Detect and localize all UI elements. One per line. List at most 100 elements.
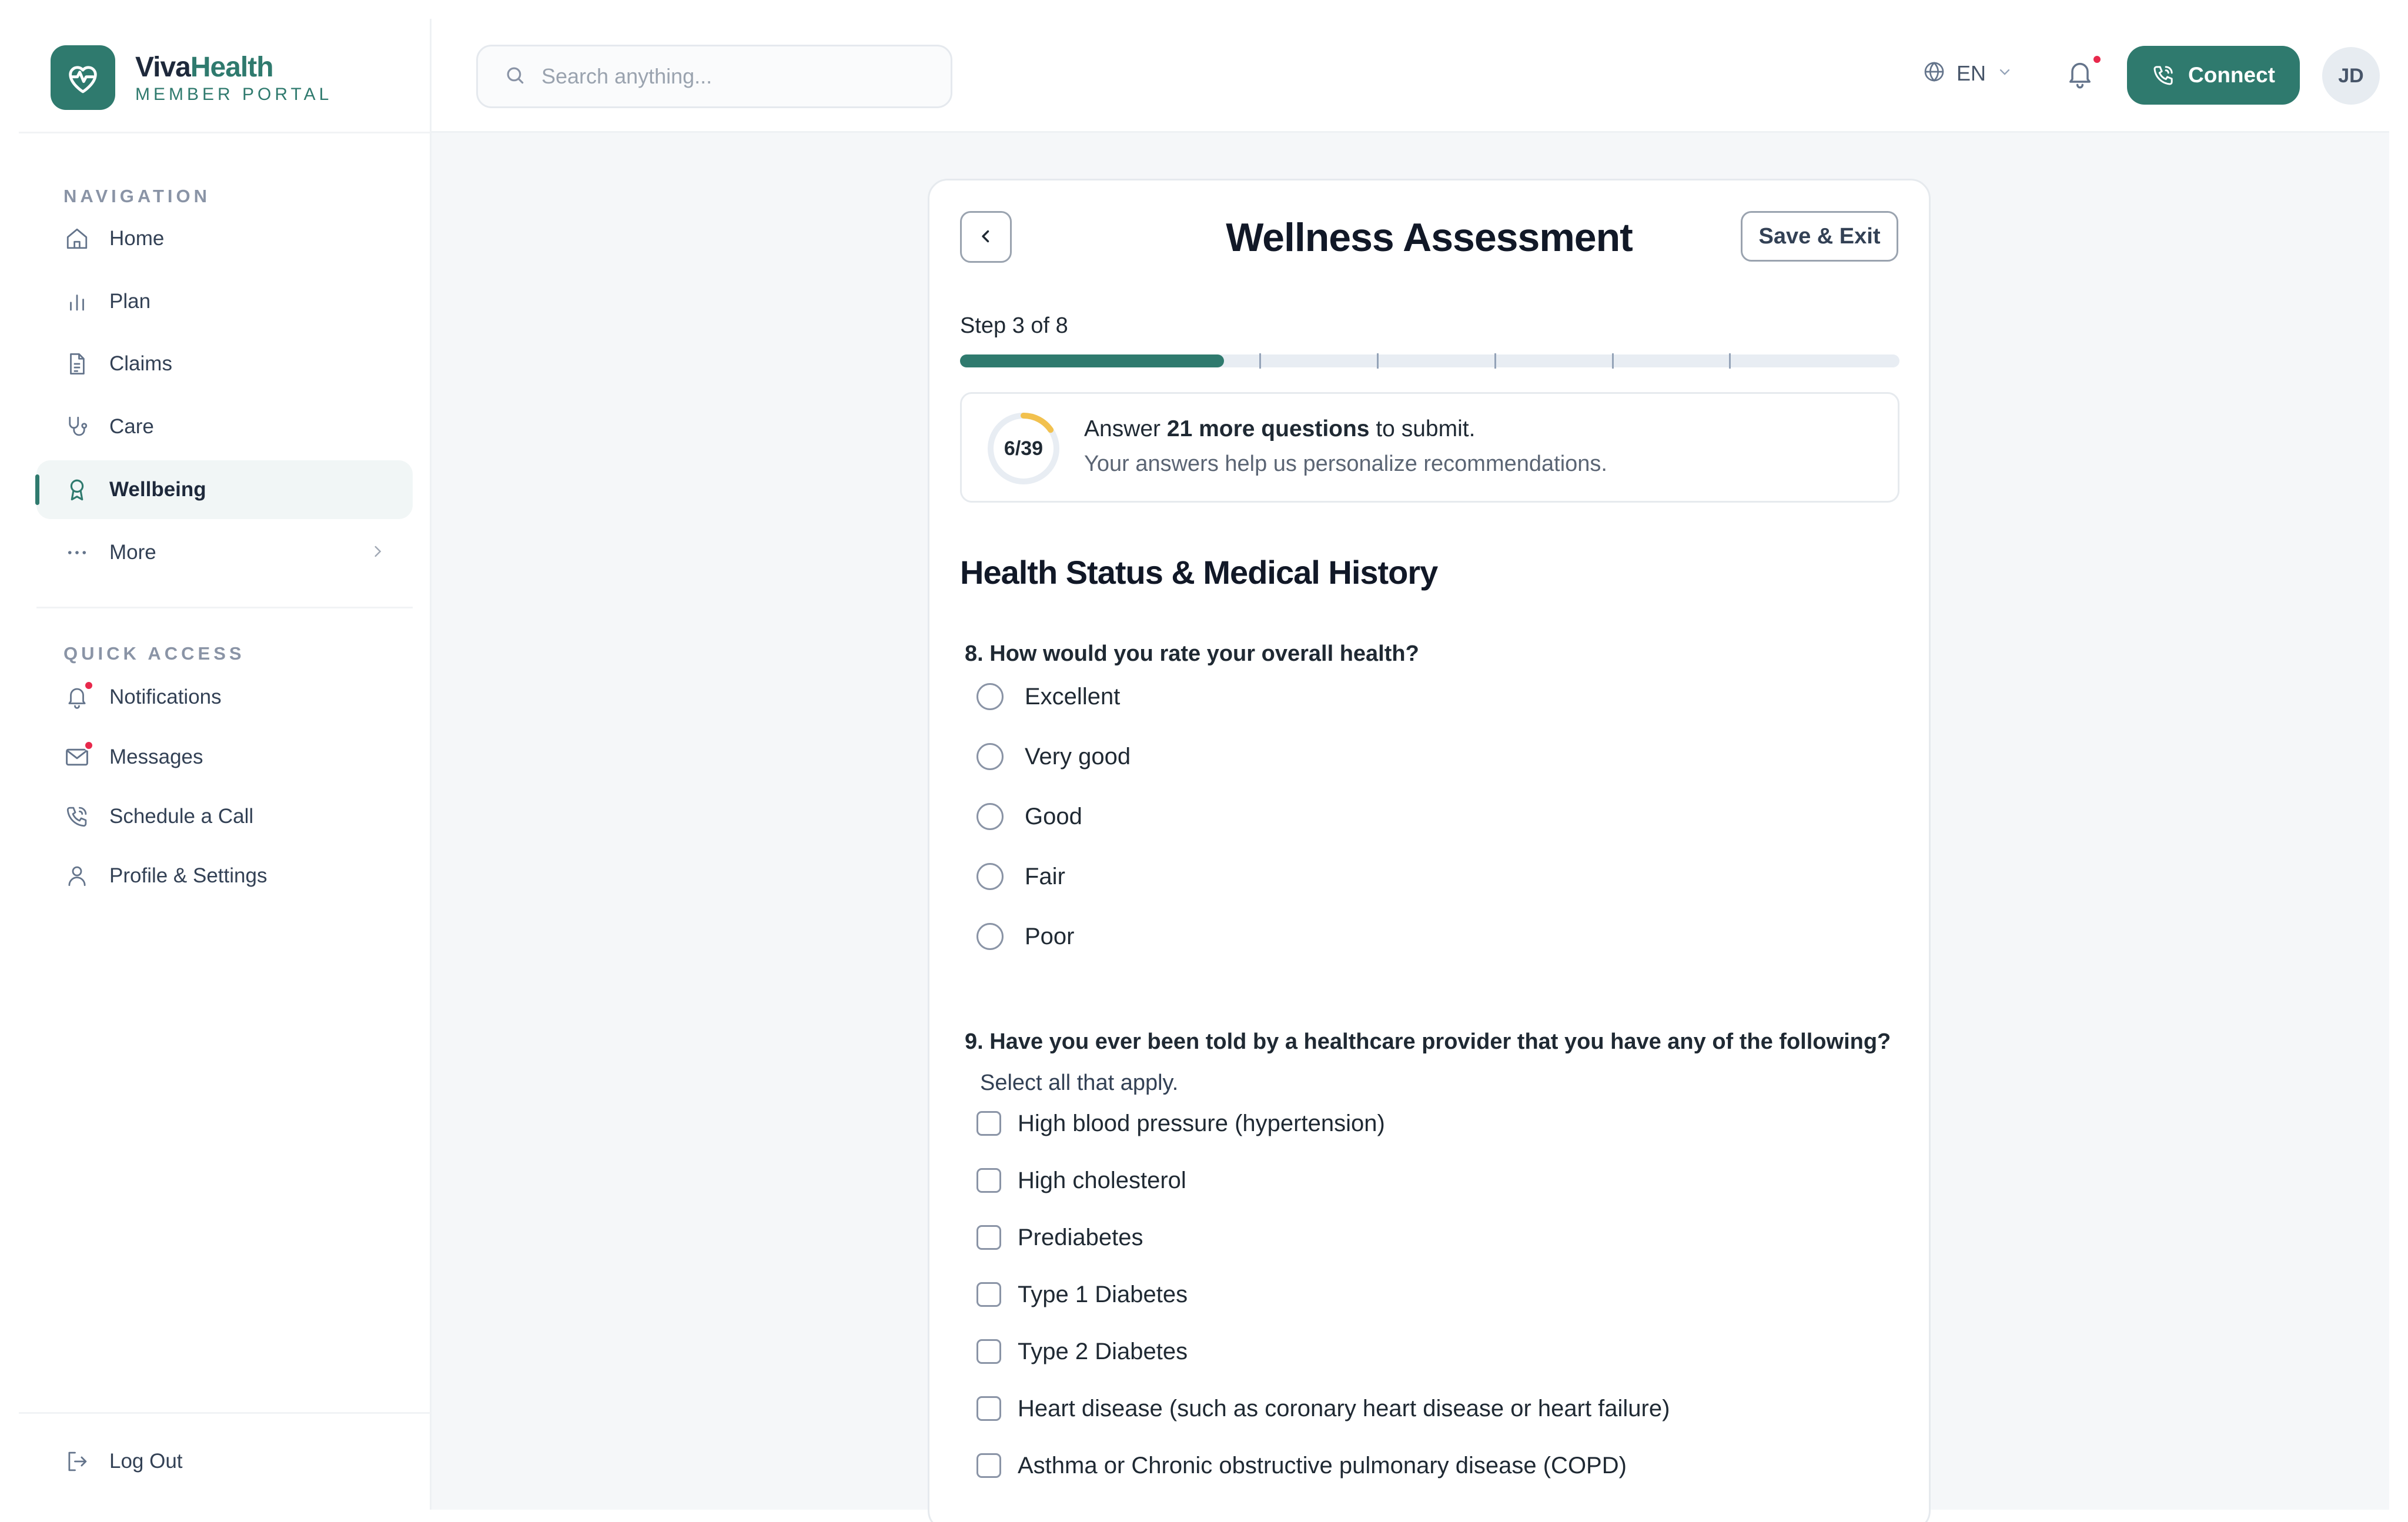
phone-icon	[63, 803, 91, 830]
document-icon	[63, 350, 91, 377]
question-9-title: 9. Have you ever been told by a healthca…	[965, 1029, 1891, 1054]
remaining-count: 21 more questions	[1166, 416, 1370, 441]
notification-badge	[2092, 54, 2102, 65]
questions-remaining-banner: 6/39 Answer 21 more questions to submit.…	[960, 392, 1899, 503]
quick-access-label: QUICK ACCESS	[63, 643, 245, 664]
radio-button[interactable]	[976, 863, 1004, 890]
active-indicator	[35, 474, 39, 505]
step-label: Step 3 of 8	[960, 313, 1068, 338]
radio-button[interactable]	[976, 803, 1004, 830]
bell-icon	[2065, 62, 2095, 93]
q8-option-excellent[interactable]: Excellent	[976, 679, 1120, 714]
brand-name-part1: Viva	[135, 51, 191, 83]
q9-option-heart-disease[interactable]: Heart disease (such as coronary heart di…	[976, 1391, 1670, 1426]
option-label: Good	[1025, 803, 1082, 829]
progress-tick	[1377, 353, 1379, 369]
sidebar-item-label: Notifications	[109, 685, 222, 708]
sidebar-item-label: Schedule a Call	[109, 805, 254, 828]
checkbox[interactable]	[976, 1396, 1001, 1421]
option-label: Fair	[1025, 863, 1065, 889]
brand-text: VivaHealth MEMBER PORTAL	[135, 51, 332, 105]
q8-option-good[interactable]: Good	[976, 799, 1082, 834]
option-label: High cholesterol	[1018, 1167, 1186, 1193]
q9-option-high-cholesterol[interactable]: High cholesterol	[976, 1163, 1186, 1198]
assessment-card: Wellness Assessment Save & Exit Step 3 o…	[928, 179, 1931, 1522]
logout-label: Log Out	[109, 1450, 183, 1473]
q9-option-asthma-copd[interactable]: Asthma or Chronic obstructive pulmonary …	[976, 1448, 1627, 1483]
question-9-subtitle: Select all that apply.	[980, 1071, 1179, 1095]
checkbox[interactable]	[976, 1282, 1001, 1307]
option-label: Type 1 Diabetes	[1018, 1281, 1188, 1307]
search-input[interactable]	[541, 64, 941, 89]
heart-pulse-logo-icon	[51, 45, 115, 110]
progress-tick	[1259, 353, 1262, 369]
phone-icon	[2152, 63, 2175, 87]
checkbox[interactable]	[976, 1225, 1001, 1250]
logout-button[interactable]: Log Out	[36, 1432, 413, 1491]
sidebar-item-label: More	[109, 541, 156, 564]
radio-button[interactable]	[976, 743, 1004, 770]
home-icon	[63, 225, 91, 252]
sidebar-item-home[interactable]: Home	[36, 209, 413, 268]
sidebar-item-claims[interactable]: Claims	[36, 334, 413, 393]
avatar[interactable]: JD	[2322, 47, 2380, 105]
brand[interactable]: VivaHealth MEMBER PORTAL	[51, 42, 332, 113]
sidebar-item-plan[interactable]: Plan	[36, 272, 413, 331]
remaining-subtext: Your answers help us personalize recomme…	[1084, 451, 1607, 476]
remaining-text-post: to submit.	[1369, 416, 1476, 441]
brand-subtitle: MEMBER PORTAL	[135, 84, 333, 104]
bell-icon	[63, 680, 94, 711]
search-box[interactable]	[476, 45, 952, 108]
checkbox[interactable]	[976, 1168, 1001, 1193]
language-selector[interactable]: EN	[1922, 60, 2013, 86]
sidebar-item-label: Plan	[109, 290, 151, 313]
q9-option-hypertension[interactable]: High blood pressure (hypertension)	[976, 1106, 1385, 1141]
progress-tick	[1729, 353, 1731, 369]
save-exit-button[interactable]: Save & Exit	[1741, 211, 1898, 262]
nav-section-label: NAVIGATION	[63, 186, 211, 206]
checkbox[interactable]	[976, 1453, 1001, 1478]
globe-icon	[1922, 60, 1946, 86]
sidebar-item-profile-settings[interactable]: Profile & Settings	[36, 847, 413, 905]
brand-name: VivaHealth	[135, 51, 332, 83]
q9-option-type1-diabetes[interactable]: Type 1 Diabetes	[976, 1277, 1188, 1312]
sidebar-item-label: Claims	[109, 352, 172, 375]
radio-button[interactable]	[976, 683, 1004, 710]
radio-button[interactable]	[976, 923, 1004, 950]
language-label: EN	[1956, 61, 1986, 85]
sidebar-item-notifications[interactable]: Notifications	[36, 668, 413, 727]
notifications-button[interactable]	[2065, 54, 2102, 93]
option-label: Type 2 Diabetes	[1018, 1338, 1188, 1364]
progress-ring-label: 6/39	[1004, 437, 1044, 460]
option-label: Excellent	[1025, 683, 1121, 710]
connect-button[interactable]: Connect	[2127, 46, 2300, 105]
sidebar-item-label: Care	[109, 415, 154, 438]
logout-icon	[63, 1448, 91, 1475]
option-label: Heart disease (such as coronary heart di…	[1018, 1395, 1670, 1421]
q8-option-fair[interactable]: Fair	[976, 859, 1065, 894]
sidebar-divider	[19, 1412, 430, 1414]
sidebar-item-wellbeing[interactable]: Wellbeing	[35, 460, 413, 519]
more-icon	[63, 539, 91, 566]
sidebar-item-schedule-call[interactable]: Schedule a Call	[36, 787, 413, 846]
chevron-down-icon	[1996, 63, 2013, 83]
progress-tick	[1494, 353, 1496, 369]
user-icon	[63, 862, 91, 889]
sidebar-item-messages[interactable]: Messages	[36, 728, 413, 787]
app-root: VivaHealth MEMBER PORTAL NAVIGATION Home…	[0, 0, 2408, 1522]
sidebar-item-care[interactable]: Care	[36, 397, 413, 456]
q8-option-very-good[interactable]: Very good	[976, 739, 1131, 774]
sidebar-item-more[interactable]: More	[36, 523, 413, 582]
sidebar-item-label: Wellbeing	[109, 478, 206, 501]
checkbox[interactable]	[976, 1339, 1001, 1364]
option-label: Poor	[1025, 923, 1075, 949]
q9-option-prediabetes[interactable]: Prediabetes	[976, 1220, 1143, 1255]
q8-option-poor[interactable]: Poor	[976, 919, 1075, 954]
question-8-title: 8. How would you rate your overall healt…	[965, 641, 1419, 666]
checkbox[interactable]	[976, 1111, 1001, 1136]
brand-name-part2: Health	[190, 51, 274, 83]
mail-icon	[63, 740, 94, 771]
step-progress-bar	[960, 353, 1899, 369]
q9-option-type2-diabetes[interactable]: Type 2 Diabetes	[976, 1334, 1188, 1369]
option-label: High blood pressure (hypertension)	[1018, 1110, 1385, 1136]
